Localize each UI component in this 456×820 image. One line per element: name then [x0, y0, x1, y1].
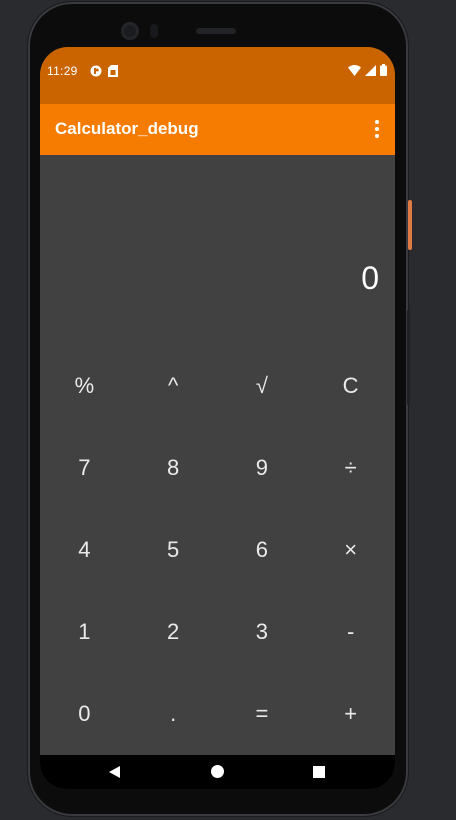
add-button[interactable]: +	[306, 673, 395, 755]
sim-card-icon	[108, 65, 118, 77]
digit-0-button[interactable]: 0	[40, 673, 129, 755]
calculator-display: 0	[40, 155, 395, 345]
digit-2-button[interactable]: 2	[129, 591, 218, 673]
digit-3-button[interactable]: 3	[218, 591, 307, 673]
display-value: 0	[361, 260, 379, 296]
digit-1-button[interactable]: 1	[40, 591, 129, 673]
menu-dot	[375, 134, 379, 138]
navigation-bar	[40, 755, 395, 789]
volume-button[interactable]	[408, 200, 412, 250]
recents-icon[interactable]	[313, 766, 325, 778]
wifi-icon	[348, 64, 361, 76]
battery-icon	[380, 64, 387, 76]
cellular-signal-icon	[365, 64, 376, 76]
digit-8-button[interactable]: 8	[129, 427, 218, 509]
digit-7-button[interactable]: 7	[40, 427, 129, 509]
menu-dot	[375, 120, 379, 124]
status-left-icons	[90, 65, 118, 77]
power-button[interactable]	[407, 310, 410, 405]
keypad: % ^ √ C 7 8 9 ÷ 4 5 6 × 1 2 3 - 0 . = +	[40, 345, 395, 755]
digit-9-button[interactable]: 9	[218, 427, 307, 509]
home-icon[interactable]	[211, 765, 224, 778]
digit-6-button[interactable]: 6	[218, 509, 307, 591]
earpiece-speaker	[196, 28, 236, 34]
equals-button[interactable]: =	[218, 673, 307, 755]
menu-dot	[375, 127, 379, 131]
status-bar: 11:29	[40, 47, 395, 104]
status-right-icons	[348, 64, 387, 76]
clear-button[interactable]: C	[306, 345, 395, 427]
proximity-sensor	[150, 24, 158, 38]
subtract-button[interactable]: -	[306, 591, 395, 673]
screen: 11:29 Calculator_debug 0 % ^ √ C 7 8 9 ÷…	[40, 47, 395, 789]
square-root-button[interactable]: √	[218, 345, 307, 427]
power-operator-button[interactable]: ^	[129, 345, 218, 427]
multiply-button[interactable]: ×	[306, 509, 395, 591]
digit-4-button[interactable]: 4	[40, 509, 129, 591]
app-title: Calculator_debug	[55, 119, 199, 138]
app-notification-icon	[90, 65, 102, 77]
decimal-point-button[interactable]: .	[129, 673, 218, 755]
app-bar: Calculator_debug	[40, 104, 395, 155]
more-vert-icon[interactable]	[373, 120, 381, 138]
digit-5-button[interactable]: 5	[129, 509, 218, 591]
divide-button[interactable]: ÷	[306, 427, 395, 509]
status-time: 11:29	[47, 64, 78, 78]
percent-button[interactable]: %	[40, 345, 129, 427]
front-camera	[121, 22, 139, 40]
back-icon[interactable]	[109, 766, 120, 778]
